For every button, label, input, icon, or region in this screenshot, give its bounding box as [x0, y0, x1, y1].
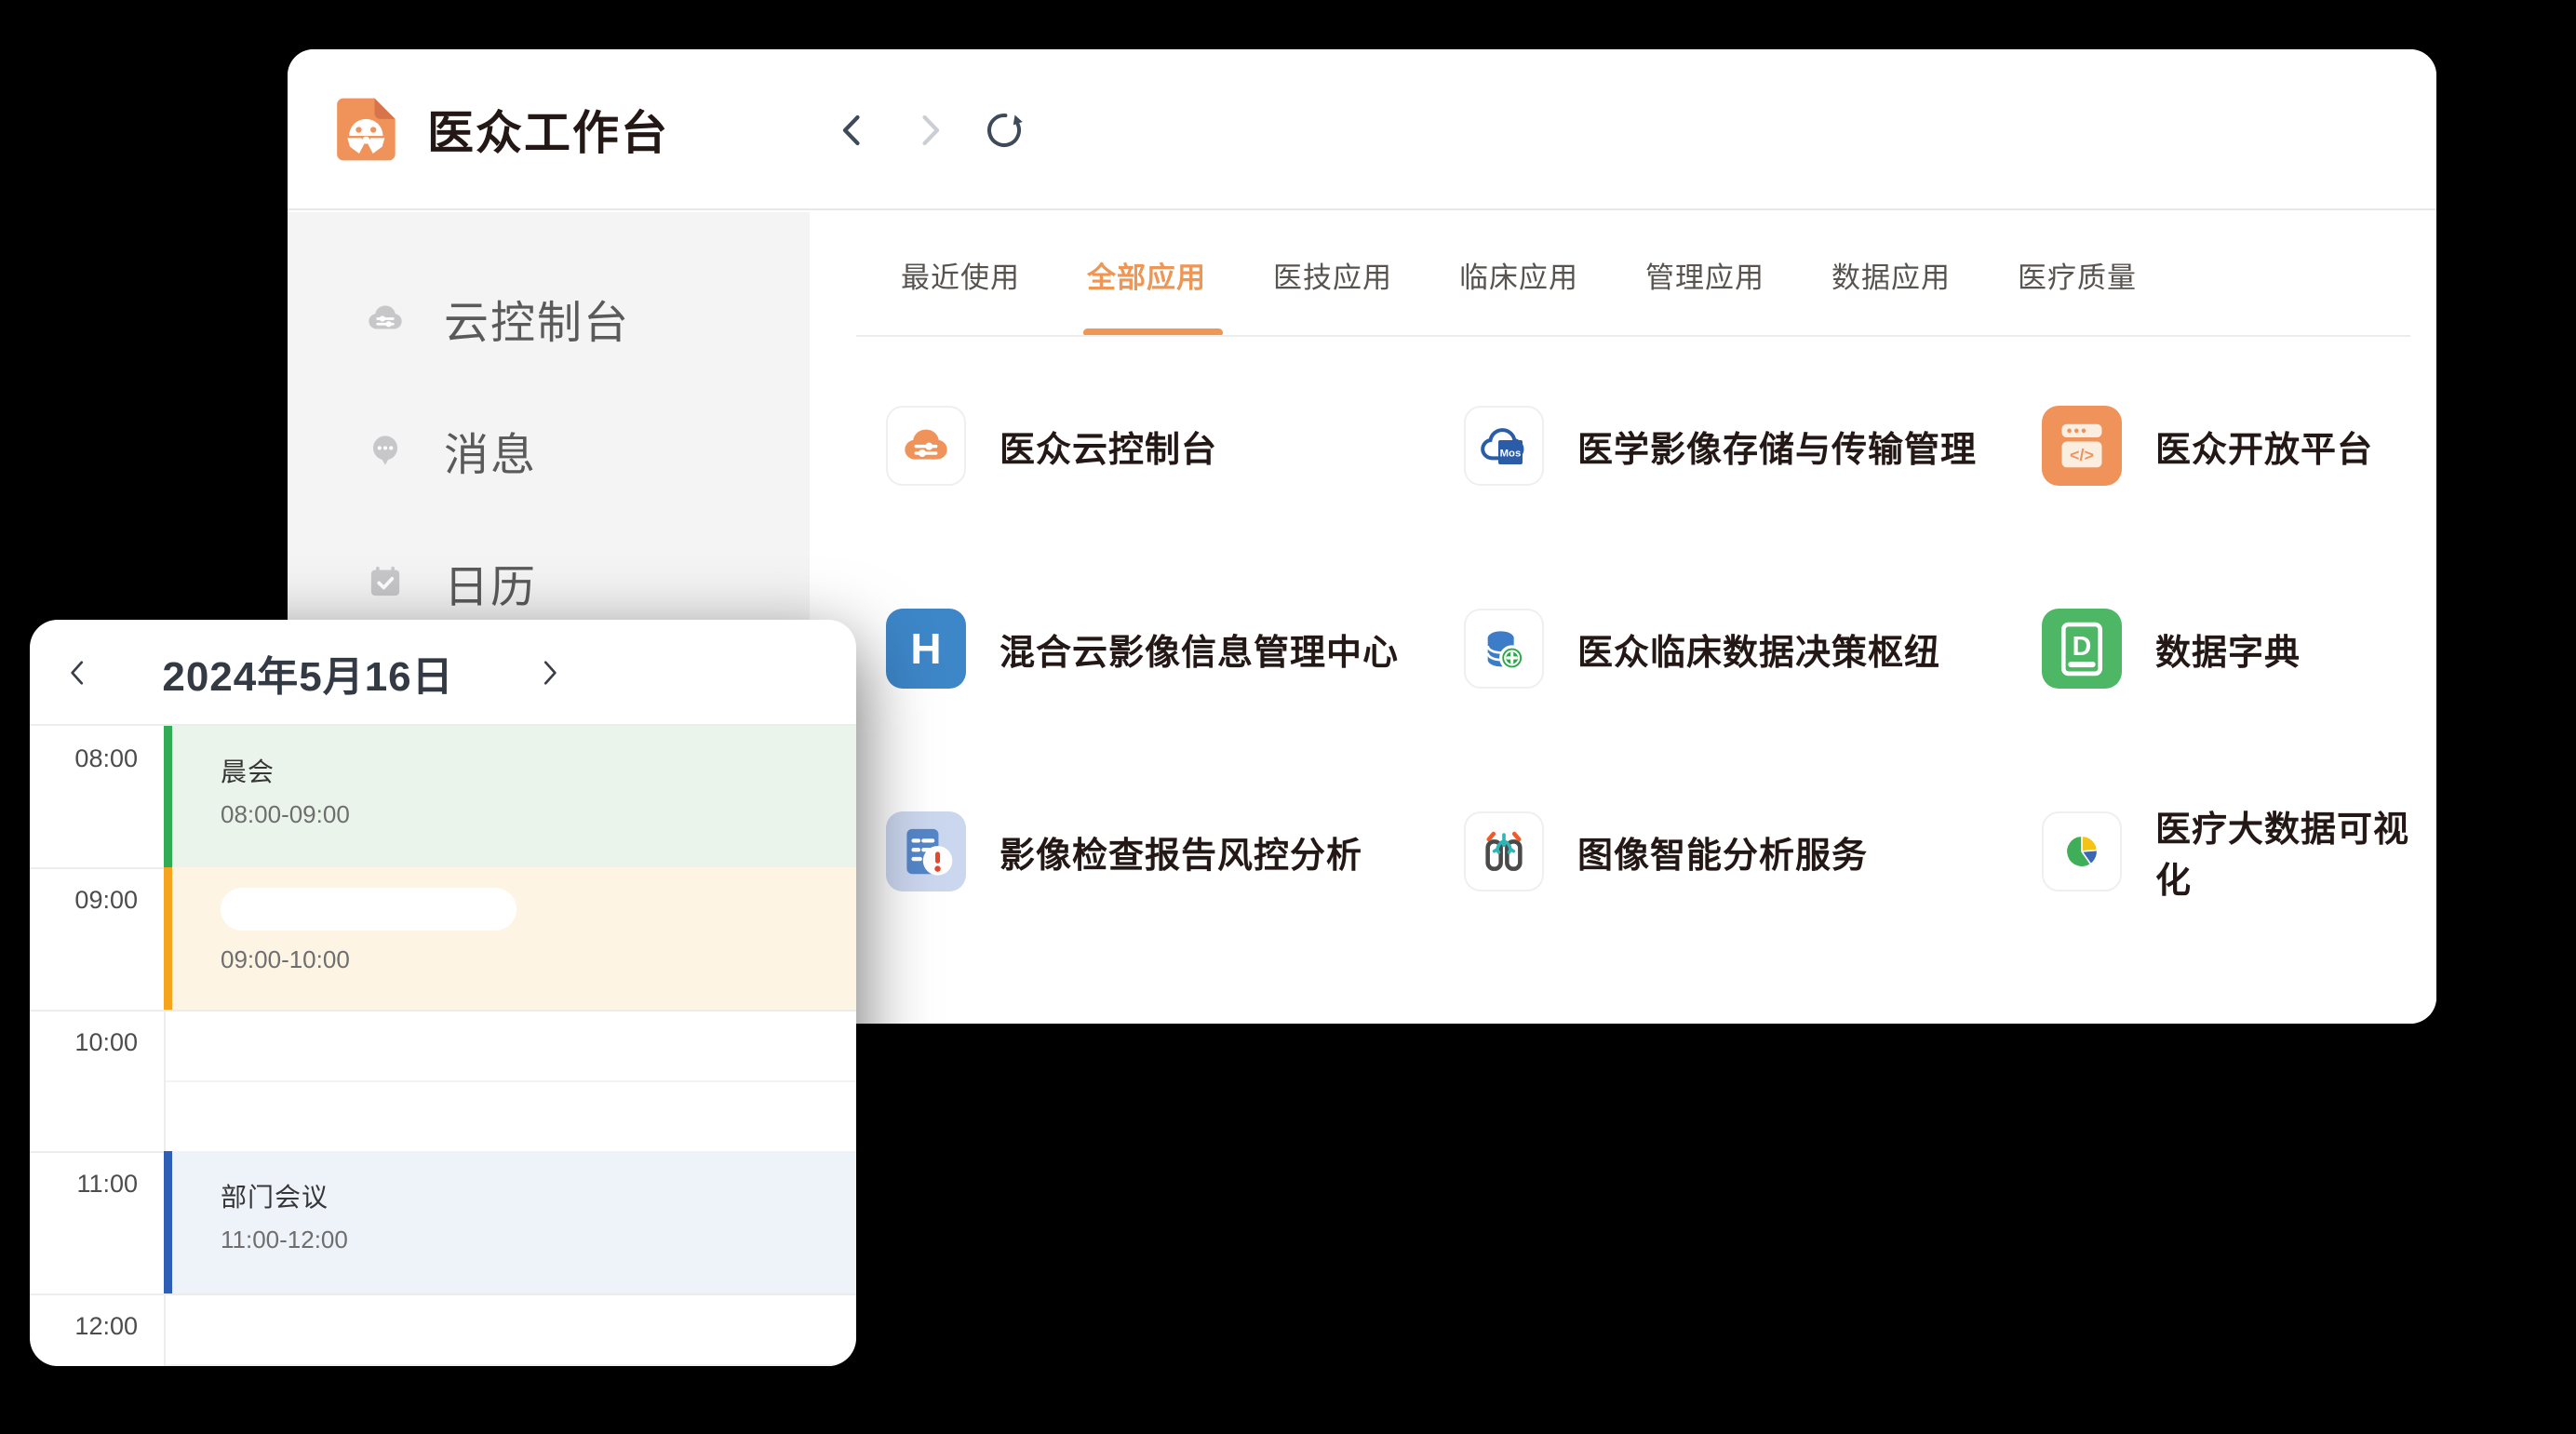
- message-icon: [362, 427, 409, 474]
- half-hour-gridline: [166, 1364, 856, 1366]
- app-cloud-console[interactable]: 医众云控制台: [886, 406, 1464, 486]
- app-hybrid-cloud-center[interactable]: H 混合云影像信息管理中心: [886, 609, 1464, 689]
- app-tile: [2042, 811, 2122, 891]
- event-time: 11:00-12:00: [221, 1226, 856, 1254]
- window-titlebar: 医众工作台: [288, 49, 2436, 210]
- sidebar-item-cloud-console[interactable]: 云控制台: [288, 274, 810, 363]
- database-plus-icon: [1474, 619, 1534, 678]
- refresh-icon: [982, 108, 1026, 153]
- app-logo-icon: [329, 92, 403, 167]
- code-window-icon: </>: [2042, 406, 2122, 486]
- cloud-sliders-icon: [896, 416, 956, 476]
- tab-medical-quality[interactable]: 医疗质量: [2018, 212, 2137, 337]
- app-tile: D: [2042, 609, 2122, 689]
- calendar-prev-button[interactable]: [50, 620, 106, 726]
- app-tile: [886, 406, 966, 486]
- app-grid: 医众云控制台 Mos 医学影像存储与传输管理: [810, 337, 2436, 1014]
- calendar-panel: 2024年5月16日 08:00 09:00 10:00 11:00 12:00…: [30, 620, 856, 1366]
- app-tile: [1464, 609, 1544, 689]
- calendar-header: 2024年5月16日: [30, 620, 856, 726]
- app-tile: H: [886, 609, 966, 689]
- app-tile: [1464, 811, 1544, 891]
- app-data-dictionary[interactable]: D 数据字典: [2042, 609, 2436, 689]
- app-image-ai-analysis[interactable]: 图像智能分析服务: [1464, 811, 2042, 891]
- nav-controls: [831, 49, 1026, 210]
- event-department-meeting[interactable]: 部门会议 11:00-12:00: [164, 1151, 856, 1293]
- sidebar-item-calendar[interactable]: 日历: [288, 538, 810, 627]
- redacted-event-title: [221, 888, 517, 931]
- hour-gridline: [30, 1010, 856, 1012]
- content-area: 最近使用 全部应用 医技应用 临床应用 管理应用 数据应用 医疗质量: [810, 212, 2436, 1024]
- chevron-left-icon: [61, 656, 95, 690]
- event-time: 09:00-10:00: [221, 945, 856, 974]
- sidebar-item-label: 消息: [444, 418, 537, 483]
- time-label: 11:00: [30, 1170, 138, 1199]
- app-tile: Mos: [1464, 406, 1544, 486]
- cloud-console-icon: [362, 295, 409, 342]
- dictionary-book-icon: D: [2042, 609, 2122, 689]
- tab-data-apps[interactable]: 数据应用: [1831, 212, 1951, 337]
- calendar-icon: [362, 559, 409, 606]
- app-report-risk-analysis[interactable]: 影像检查报告风控分析: [886, 811, 1464, 891]
- tab-management-apps[interactable]: 管理应用: [1645, 212, 1764, 337]
- event-redacted[interactable]: 09:00-10:00: [164, 867, 856, 1010]
- report-alert-icon: [886, 811, 966, 891]
- hour-gridline: [30, 1293, 856, 1295]
- tab-all-apps[interactable]: 全部应用: [1087, 212, 1206, 337]
- cloud-mos-icon: Mos: [1474, 416, 1534, 476]
- app-title: 医众工作台: [427, 96, 669, 163]
- app-big-data-visualization[interactable]: 医疗大数据可视化: [2042, 811, 2436, 891]
- time-label: 09:00: [30, 886, 138, 915]
- tab-medtech-apps[interactable]: 医技应用: [1273, 212, 1392, 337]
- svg-text:</>: </>: [2070, 446, 2094, 464]
- tab-recently-used[interactable]: 最近使用: [901, 212, 1020, 337]
- app-image-storage-transfer[interactable]: Mos 医学影像存储与传输管理: [1464, 406, 2042, 486]
- desktop-background: 医众工作台: [0, 0, 2576, 1434]
- app-tile: [886, 811, 966, 891]
- tab-divider: [856, 335, 2410, 337]
- sidebar-item-label: 云控制台: [444, 286, 630, 351]
- app-clinical-data-hub[interactable]: 医众临床数据决策枢纽: [1464, 609, 2042, 689]
- event-time: 08:00-09:00: [221, 800, 856, 829]
- chevron-left-icon: [831, 108, 876, 153]
- chevron-right-icon: [532, 656, 566, 690]
- svg-text:D: D: [2073, 632, 2092, 662]
- event-title: 部门会议: [221, 1177, 856, 1214]
- sidebar-item-label: 日历: [444, 550, 537, 615]
- time-label: 12:00: [30, 1312, 138, 1341]
- tab-bar: 最近使用 全部应用 医技应用 临床应用 管理应用 数据应用 医疗质量: [810, 212, 2436, 337]
- pie-chart-icon: [2052, 822, 2112, 881]
- nav-refresh-button[interactable]: [982, 108, 1026, 153]
- svg-text:Mos: Mos: [1500, 448, 1522, 459]
- tab-clinical-apps[interactable]: 临床应用: [1459, 212, 1578, 337]
- event-title: 晨会: [221, 752, 856, 789]
- event-morning-meeting[interactable]: 晨会 08:00-09:00: [164, 726, 856, 867]
- calendar-day-view: 08:00 09:00 10:00 11:00 12:00 晨会 08:00-0…: [30, 726, 856, 1366]
- nav-forward-button[interactable]: [906, 108, 951, 153]
- hybrid-cloud-h-icon: H: [910, 623, 941, 674]
- app-tile: </>: [2042, 406, 2122, 486]
- chevron-right-icon: [906, 108, 951, 153]
- app-open-platform[interactable]: </> 医众开放平台: [2042, 406, 2436, 486]
- sidebar-item-messages[interactable]: 消息: [288, 406, 810, 495]
- lungs-icon: [1474, 822, 1534, 881]
- half-hour-gridline: [166, 1080, 856, 1082]
- calendar-date-title: 2024年5月16日: [136, 620, 480, 726]
- time-label: 10:00: [30, 1028, 138, 1057]
- nav-back-button[interactable]: [831, 108, 876, 153]
- calendar-next-button[interactable]: [521, 620, 577, 726]
- time-label: 08:00: [30, 744, 138, 773]
